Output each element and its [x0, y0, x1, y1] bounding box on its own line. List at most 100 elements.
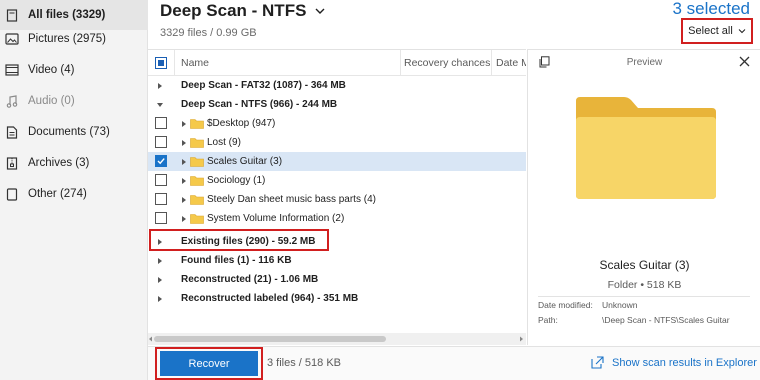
document-icon: [4, 125, 20, 139]
path-row: Path: \Deep Scan - NTFS\Scales Guitar: [538, 315, 730, 325]
table-row[interactable]: $Desktop (947): [148, 114, 526, 133]
column-header-recovery-chances[interactable]: Recovery chances: [400, 50, 491, 76]
music-icon: [4, 94, 20, 108]
expand-arrow-icon[interactable]: [180, 215, 188, 223]
sidebar-item-label: Video (4): [28, 64, 75, 76]
row-checkbox[interactable]: [155, 136, 167, 148]
row-checkbox[interactable]: [155, 193, 167, 205]
sidebar-item-label: All files (3329): [28, 9, 106, 21]
sidebar-item-other[interactable]: Other (274): [0, 179, 148, 209]
table-row[interactable]: Reconstructed (21) - 1.06 MB: [148, 270, 526, 289]
recover-button[interactable]: Recover: [160, 351, 258, 376]
folder-icon: [190, 157, 204, 167]
selection-summary: 3 files / 518 KB: [267, 357, 341, 369]
sidebar-item-documents[interactable]: Documents (73): [0, 117, 148, 147]
date-modified-value: Unknown: [602, 300, 638, 310]
row-label: Deep Scan - FAT32 (1087) - 364 MB: [181, 80, 346, 91]
row-label: Lost (9): [207, 137, 241, 148]
open-external-icon: [591, 356, 604, 369]
scroll-right-icon[interactable]: [517, 335, 525, 343]
selected-count: 3 selected: [672, 0, 751, 18]
sidebar-item-label: Other (274): [28, 188, 87, 200]
show-in-explorer-label: Show scan results in Explorer: [612, 356, 757, 369]
sidebar-item-pictures[interactable]: Pictures (2975): [0, 24, 148, 54]
select-all-button[interactable]: Select all: [681, 18, 753, 44]
path-value: \Deep Scan - NTFS\Scales Guitar: [602, 315, 730, 325]
expand-arrow-icon[interactable]: [156, 257, 164, 265]
collapse-arrow-icon[interactable]: [156, 101, 164, 109]
sidebar-item-label: Documents (73): [28, 126, 110, 138]
expand-arrow-icon[interactable]: [180, 139, 188, 147]
scan-title-text: Deep Scan - NTFS: [160, 1, 307, 20]
column-header-name[interactable]: Name: [174, 50, 400, 76]
file-table: Name Recovery chances Date M Deep Scan -…: [148, 49, 526, 345]
column-name-label: Name: [181, 57, 210, 69]
preview-file-meta: Folder • 518 KB: [607, 279, 682, 291]
picture-icon: [4, 32, 20, 46]
sidebar-item-video[interactable]: Video (4): [0, 55, 148, 85]
table-row[interactable]: Reconstructed labeled (964) - 351 MB: [148, 289, 526, 308]
table-row[interactable]: Found files (1) - 116 KB: [148, 251, 526, 270]
folder-icon: [190, 214, 204, 224]
table-row[interactable]: Deep Scan - FAT32 (1087) - 364 MB: [148, 76, 526, 95]
expand-arrow-icon[interactable]: [180, 158, 188, 166]
date-modified-row: Date modified: Unknown: [538, 300, 637, 310]
table-row[interactable]: Steely Dan sheet music bass parts (4): [148, 190, 526, 209]
row-label: Deep Scan - NTFS (966) - 244 MB: [181, 99, 338, 110]
sidebar-item-audio[interactable]: Audio (0): [0, 86, 148, 116]
table-row[interactable]: Deep Scan - NTFS (966) - 244 MB: [148, 95, 526, 114]
row-checkbox[interactable]: [155, 212, 167, 224]
video-icon: [4, 63, 20, 77]
table-row[interactable]: Sociology (1): [148, 171, 526, 190]
expand-arrow-icon[interactable]: [180, 177, 188, 185]
row-checkbox-checked[interactable]: [155, 155, 167, 167]
preview-file-name: Scales Guitar (3): [599, 258, 690, 272]
checkmark-icon: [157, 158, 165, 165]
preview-panel: Preview Scales Guitar (3) Folder • 518 K…: [527, 49, 760, 345]
expand-arrow-icon[interactable]: [156, 276, 164, 284]
table-row[interactable]: System Volume Information (2): [148, 209, 526, 228]
column-recovery-label: Recovery chances: [404, 57, 491, 69]
row-label: System Volume Information (2): [207, 213, 345, 224]
expand-arrow-icon[interactable]: [156, 295, 164, 303]
sidebar-item-archives[interactable]: Archives (3): [0, 148, 148, 178]
row-label: Reconstructed (21) - 1.06 MB: [181, 274, 319, 285]
row-label: Reconstructed labeled (964) - 351 MB: [181, 293, 359, 304]
row-label: Scales Guitar (3): [207, 156, 283, 167]
sidebar-item-label: Archives (3): [28, 157, 90, 169]
row-checkbox[interactable]: [155, 117, 167, 129]
files-icon: [4, 8, 20, 22]
row-label: Found files (1) - 116 KB: [181, 255, 292, 266]
row-label: Steely Dan sheet music bass parts (4): [207, 194, 376, 205]
show-in-explorer-link[interactable]: Show scan results in Explorer: [591, 356, 757, 369]
date-modified-label: Date modified:: [538, 300, 593, 310]
folder-icon: [190, 138, 204, 148]
select-all-label: Select all: [688, 25, 733, 37]
chevron-down-icon: [738, 29, 746, 34]
scrollbar-thumb[interactable]: [154, 336, 386, 342]
table-header: Name Recovery chances Date M: [148, 50, 526, 76]
scan-title[interactable]: Deep Scan - NTFS: [160, 1, 326, 21]
expand-arrow-icon[interactable]: [180, 196, 188, 204]
existing-files-highlight: [149, 229, 329, 251]
header-checkbox-cell[interactable]: [148, 50, 174, 76]
horizontal-scrollbar[interactable]: [148, 333, 526, 345]
expand-arrow-icon[interactable]: [156, 82, 164, 90]
table-row[interactable]: Lost (9): [148, 133, 526, 152]
close-icon[interactable]: [739, 56, 750, 67]
other-file-icon: [4, 187, 20, 201]
row-label: Sociology (1): [207, 175, 266, 186]
expand-arrow-icon[interactable]: [180, 120, 188, 128]
sidebar-item-label: Audio (0): [28, 95, 75, 107]
column-date-label: Date M: [496, 57, 526, 69]
sidebar: All files (3329) Pictures (2975) Video (…: [0, 0, 148, 380]
table-row-selected[interactable]: Scales Guitar (3): [148, 152, 526, 171]
sidebar-item-label: Pictures (2975): [28, 33, 106, 45]
row-label: $Desktop (947): [207, 118, 276, 129]
row-checkbox[interactable]: [155, 174, 167, 186]
column-header-date-modified[interactable]: Date M: [491, 50, 526, 76]
divider: [538, 296, 750, 297]
chevron-down-icon: [315, 8, 325, 14]
path-label: Path:: [538, 315, 558, 325]
select-all-checkbox[interactable]: [155, 57, 167, 69]
